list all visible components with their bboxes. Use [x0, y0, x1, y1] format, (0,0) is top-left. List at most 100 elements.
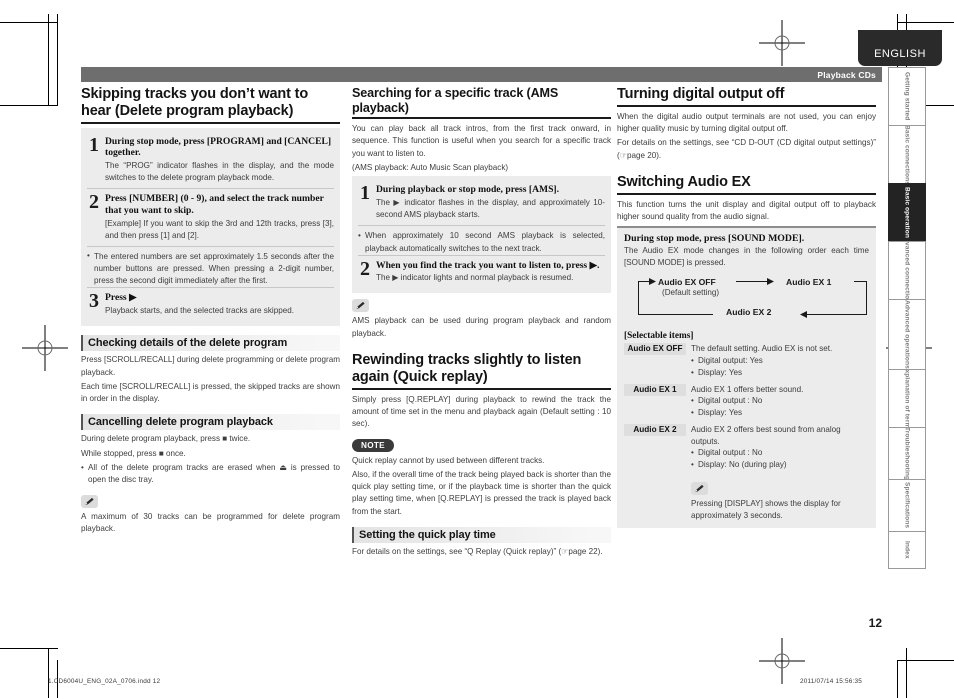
crop-mark-top-left-h2	[0, 105, 58, 106]
step-2: 2 When you find the track you want to li…	[358, 254, 605, 289]
step-number: 2	[360, 257, 370, 280]
flow-line-right-bottom	[802, 314, 867, 316]
print-footer-file: 1.CD6004U_ENG_02A_0706.indd 12	[48, 678, 161, 685]
running-head-bar: Playback CDs	[81, 67, 882, 82]
digital-output-intro-1: When the digital audio output terminals …	[617, 111, 876, 134]
step-title: Press [NUMBER] (0 - 9), and select the t…	[105, 193, 324, 217]
pencil-icon	[691, 481, 708, 495]
audio-ex-intro: This function turns the unit display and…	[617, 199, 876, 222]
step-block-ams: 1 During playback or stop mode, press [A…	[352, 176, 611, 294]
ams-tip: AMS playback can be used during program …	[352, 316, 611, 338]
selectable-item-bullet: Digital output : No	[691, 395, 869, 407]
flow-arrow-into-off	[649, 277, 656, 285]
audio-ex-tip: Pressing [DISPLAY] shows the display for…	[691, 498, 841, 520]
pencil-icon	[81, 494, 98, 508]
step-1-bullet: When approximately 10 second AMS playbac…	[358, 225, 605, 254]
crop-mark-bottom-right-v	[906, 648, 907, 698]
section-heading-skipping-tracks: Skipping tracks you don’t want to hear (…	[81, 86, 340, 124]
selectable-item-key: Audio EX 1	[624, 383, 686, 396]
step-2-bullet: The entered numbers are set approximatel…	[87, 246, 334, 287]
selectable-item-desc: The default setting. Audio EX is not set…	[691, 344, 833, 354]
setting-quick-play-text: For details on the settings, see “Q Repl…	[352, 547, 603, 557]
registration-mark-left	[22, 325, 68, 371]
selectable-item-bullet: Digital output : No	[691, 447, 869, 459]
step-title: During playback or stop mode, press [AMS…	[376, 184, 560, 196]
selectable-item-desc: Audio EX 1 offers better sound.	[691, 384, 804, 394]
step-title: Press ▶	[105, 292, 137, 304]
pencil-icon	[352, 299, 369, 313]
audio-ex-step-title: During stop mode, press [SOUND MODE].	[624, 233, 805, 245]
crop-mark-bottom-right-v2	[897, 660, 898, 698]
side-index-tabs: Getting started Basic connections Basic …	[888, 67, 926, 569]
selectable-item-bullet: Display: Yes	[691, 367, 869, 379]
step-number: 2	[89, 191, 99, 214]
cancelling-bullet-list: All of the delete program tracks are era…	[81, 462, 340, 487]
note-badge: NOTE	[352, 438, 394, 452]
side-tab-advanced-connections[interactable]: Advanced connections	[888, 241, 926, 299]
selectable-item-key: Audio EX 2	[624, 423, 686, 436]
audio-ex-step-detail: The Audio EX mode changes in the followi…	[624, 246, 869, 268]
side-tab-advanced-operations[interactable]: Advanced operations	[888, 299, 926, 369]
selectable-item-desc: Audio EX 2 offers best sound from analog…	[691, 424, 841, 446]
selectable-item-row: Audio EX 2 Audio EX 2 offers best sound …	[624, 423, 869, 471]
subheading-setting-quick-play-time: Setting the quick play time	[352, 527, 611, 544]
column-digital-output-and-audio-ex: Turning digital output off When the digi…	[617, 86, 876, 529]
selectable-item-bullet: Digital output: Yes	[691, 355, 869, 367]
section-heading-turning-digital-output-off: Turning digital output off	[617, 86, 876, 107]
step-detail: Playback starts, and the selected tracks…	[105, 306, 294, 316]
crop-mark-bottom-left-v	[48, 648, 49, 698]
section-heading-quick-replay: Rewinding tracks slightly to listen agai…	[352, 352, 611, 390]
side-tab-basic-operation[interactable]: Basic operation	[888, 183, 926, 241]
audio-ex-step-block: During stop mode, press [SOUND MODE]. Th…	[617, 226, 876, 529]
running-head-title: Playback CDs	[817, 69, 876, 80]
step-number: 3	[89, 290, 99, 313]
flow-arrow-to-ex2	[800, 310, 807, 318]
selectable-item-key: Audio EX OFF	[624, 343, 686, 356]
side-tab-explanation-of-terms[interactable]: Explanation of terms	[888, 369, 926, 427]
cancelling-bullet: All of the delete program tracks are era…	[81, 462, 340, 487]
step-number: 1	[360, 182, 370, 205]
print-footer-date: 2011/07/14 15:56:35	[800, 678, 862, 685]
side-tab-basic-connections[interactable]: Basic connections	[888, 125, 926, 183]
checking-details-line-2: Each time [SCROLL/RECALL] is pressed, th…	[81, 381, 340, 404]
selectable-item-bullet: Display: No (during play)	[691, 459, 869, 471]
side-tab-specifications[interactable]: Specifications	[888, 479, 926, 531]
step-detail: The ▶ indicator flashes in the display, …	[376, 198, 605, 220]
note-line-1: Quick replay cannot by used between diff…	[352, 455, 545, 465]
crop-mark-bottom-left-h	[0, 648, 58, 649]
crop-mark-top-left-v2	[57, 14, 58, 106]
crop-mark-top-left-v	[48, 14, 49, 106]
checking-details-line-1: Press [SCROLL/RECALL] during delete prog…	[81, 355, 340, 377]
flow-node-audio-ex-off: Audio EX OFF	[658, 277, 716, 288]
digital-output-intro-2: For details on the settings, see “CD D-O…	[617, 138, 876, 160]
cancelling-line-1: During delete program playback, press ■ …	[81, 434, 251, 444]
flow-line-left-bottom	[638, 314, 713, 316]
audio-ex-tip-block: Pressing [DISPLAY] shows the display for…	[624, 476, 869, 522]
flow-line-right-vertical	[866, 281, 867, 316]
manual-page: ENGLISH Playback CDs Getting started Bas…	[0, 0, 954, 698]
step-title: During stop mode, press [PROGRAM] and [C…	[105, 135, 332, 159]
flow-node-audio-ex-1: Audio EX 1	[786, 277, 832, 288]
side-tab-label: Specifications	[903, 482, 911, 529]
flow-node-audio-ex-2: Audio EX 2	[726, 307, 772, 318]
side-tab-label: Advanced operations	[903, 300, 911, 369]
selectable-items-heading: [Selectable items]	[624, 331, 694, 342]
side-tab-getting-started[interactable]: Getting started	[888, 67, 926, 125]
flow-node-default-label: (Default setting)	[662, 288, 720, 298]
side-tab-label: Basic connections	[903, 125, 911, 183]
note-line-2: Also, if the overall time of the track b…	[352, 469, 611, 516]
cancelling-line-2: While stopped, press ■ once.	[81, 448, 186, 458]
step-detail: The “PROG” indicator flashes in the disp…	[105, 161, 334, 183]
side-tab-index[interactable]: Index	[888, 531, 926, 569]
step-detail: [Example] If you want to skip the 3rd an…	[105, 218, 334, 240]
selectable-item-row: Audio EX OFF The default setting. Audio …	[624, 343, 869, 378]
step-1: 1 During stop mode, press [PROGRAM] and …	[87, 132, 334, 189]
step-2: 2 Press [NUMBER] (0 - 9), and select the…	[87, 188, 334, 246]
side-tab-troubleshooting[interactable]: Troubleshooting	[888, 427, 926, 479]
step-number: 1	[89, 133, 99, 156]
ams-intro-1: You can play back all track intros, from…	[352, 124, 611, 158]
side-tab-label: Explanation of terms	[903, 369, 911, 427]
column-ams-and-quick-replay: Searching for a specific track (AMS play…	[352, 86, 611, 560]
content-columns: Skipping tracks you don’t want to hear (…	[81, 86, 882, 616]
flow-arrow-to-ex1	[767, 277, 774, 285]
